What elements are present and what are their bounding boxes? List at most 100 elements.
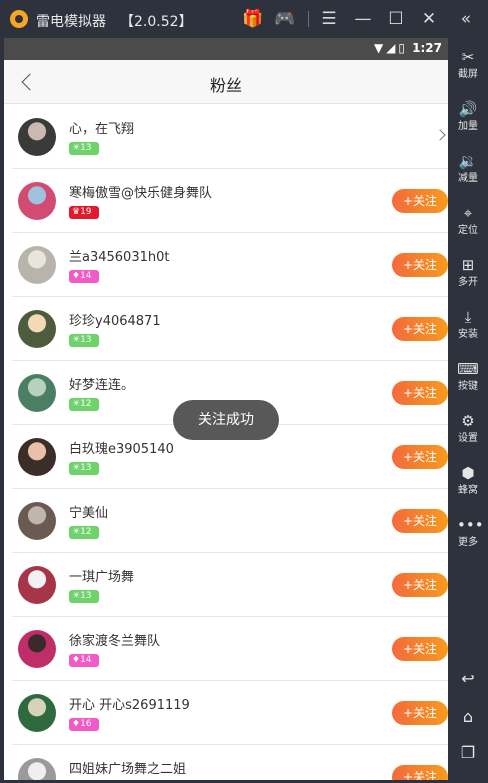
diamond-icon: ♦	[72, 719, 81, 729]
fan-row[interactable]: 宁美仙 ☀12 +关注	[12, 489, 448, 553]
fan-name[interactable]: 开心 开心s2691119	[69, 694, 190, 713]
sidebar-screenshot[interactable]: ✂ 截屏	[448, 42, 488, 90]
fan-name[interactable]: 寒梅傲雪@快乐健身舞队	[69, 182, 212, 201]
avatar[interactable]	[18, 758, 56, 780]
avatar[interactable]	[18, 566, 56, 604]
fan-row[interactable]: 徐家渡冬兰舞队 ♦14 +关注	[12, 617, 448, 681]
fan-name[interactable]: 珍珍y4064871	[69, 310, 161, 329]
crown-icon: ♛	[72, 207, 81, 217]
avatar[interactable]	[18, 246, 56, 284]
level-badge: ♦16	[69, 718, 99, 731]
follow-button[interactable]: +关注	[392, 253, 448, 277]
android-home-icon[interactable]: ⌂	[457, 706, 479, 728]
level-number: 19	[80, 207, 92, 217]
gear-icon: ⚙	[461, 412, 475, 430]
sun-icon: ☀	[72, 143, 81, 153]
fan-name[interactable]: 四姐妹广场舞之二姐	[69, 758, 186, 777]
sidebar-location[interactable]: ⌖ 定位	[448, 198, 488, 246]
gamepad-icon[interactable]: 🎮	[274, 8, 296, 30]
menu-icon[interactable]: ☰	[318, 8, 340, 30]
level-badge: ☀13	[69, 590, 99, 603]
sidebar-hive-label: 蜂窝	[458, 485, 478, 496]
close-icon[interactable]: ✕	[418, 8, 440, 30]
level-badge: ♦14	[69, 654, 99, 667]
sun-icon: ☀	[72, 463, 81, 473]
diamond-icon: ♦	[72, 271, 81, 281]
fan-name[interactable]: 兰a3456031h0t	[69, 246, 169, 265]
avatar[interactable]	[18, 694, 56, 732]
android-back-icon[interactable]: ↩	[457, 668, 479, 690]
page-header: 粉丝	[4, 60, 448, 104]
avatar[interactable]	[18, 118, 56, 156]
sidebar-settings[interactable]: ⚙ 设置	[448, 406, 488, 454]
fan-row[interactable]: 四姐妹广场舞之二姐 +关注	[12, 745, 448, 780]
follow-button[interactable]: +关注	[392, 509, 448, 533]
level-number: 12	[80, 527, 92, 537]
title-bar: 雷电模拟器 【2.0.52】 🎁 🎮 ☰ — ☐ ✕ «	[0, 0, 488, 38]
chevron-right-icon[interactable]	[434, 129, 446, 141]
multi-window-icon: ⊞	[461, 256, 475, 274]
follow-button[interactable]: +关注	[392, 637, 448, 661]
fan-row[interactable]: 一琪广场舞 ☀13 +关注	[12, 553, 448, 617]
follow-button[interactable]: +关注	[392, 573, 448, 597]
volume-down-icon: 🔉	[458, 152, 478, 170]
sun-icon: ☀	[72, 335, 81, 345]
minimize-icon[interactable]: —	[352, 8, 374, 30]
status-icons: ▼◢▯	[373, 41, 408, 55]
fan-name[interactable]: 徐家渡冬兰舞队	[69, 630, 160, 649]
avatar[interactable]	[18, 310, 56, 348]
avatar[interactable]	[18, 182, 56, 220]
sidebar-keys-label: 按键	[458, 381, 478, 392]
toast-message: 关注成功	[173, 400, 279, 440]
fan-name[interactable]: 白玖瑰e3905140	[69, 438, 174, 457]
avatar[interactable]	[18, 438, 56, 476]
fan-name[interactable]: 好梦连连。	[69, 374, 134, 393]
fan-row[interactable]: 寒梅傲雪@快乐健身舞队 ♛19 +关注	[12, 169, 448, 233]
sidebar-volume-up-label: 加量	[458, 121, 478, 132]
avatar[interactable]	[18, 630, 56, 668]
collapse-sidebar-icon[interactable]: «	[455, 8, 477, 30]
level-badge: ☀12	[69, 526, 99, 539]
follow-button[interactable]: +关注	[392, 765, 448, 780]
level-badge: ☀13	[69, 334, 99, 347]
fan-name[interactable]: 心，在飞翔	[69, 118, 134, 137]
avatar[interactable]	[18, 502, 56, 540]
sidebar-more[interactable]: ••• 更多	[448, 510, 488, 558]
sidebar-hive[interactable]: ⬢ 蜂窝	[448, 458, 488, 506]
sidebar-volume-down[interactable]: 🔉 减量	[448, 146, 488, 194]
status-time: 1:27	[412, 41, 442, 55]
avatar[interactable]	[18, 374, 56, 412]
sidebar-multi-label: 多开	[458, 277, 478, 288]
gift-icon[interactable]: 🎁	[242, 8, 264, 30]
sidebar-install-label: 安装	[458, 329, 478, 340]
sidebar-install-apk[interactable]: ⤓ 安装	[448, 302, 488, 350]
android-recents-icon[interactable]: ❐	[457, 742, 479, 764]
follow-button[interactable]: +关注	[392, 189, 448, 213]
apk-install-icon: ⤓	[464, 308, 472, 326]
fan-row[interactable]: 心，在飞翔 ☀13	[12, 105, 448, 169]
sidebar-volume-up[interactable]: 🔊 加量	[448, 94, 488, 142]
more-dots-icon: •••	[457, 516, 484, 534]
sun-icon: ☀	[72, 527, 81, 537]
fan-name[interactable]: 一琪广场舞	[69, 566, 134, 585]
keyboard-icon: ⌨	[457, 360, 479, 378]
maximize-icon[interactable]: ☐	[385, 8, 407, 30]
fan-name[interactable]: 宁美仙	[69, 502, 108, 521]
level-number: 13	[80, 143, 92, 153]
level-badge: ♦14	[69, 270, 99, 283]
fan-row[interactable]: 兰a3456031h0t ♦14 +关注	[12, 233, 448, 297]
level-badge: ☀12	[69, 398, 99, 411]
follow-button[interactable]: +关注	[392, 317, 448, 341]
sun-icon: ☀	[72, 591, 81, 601]
sidebar-keymap[interactable]: ⌨ 按键	[448, 354, 488, 402]
fan-row[interactable]: 开心 开心s2691119 ♦16 +关注	[12, 681, 448, 745]
follow-button[interactable]: +关注	[392, 445, 448, 469]
level-badge: ♛19	[69, 206, 99, 219]
sun-icon: ☀	[72, 399, 81, 409]
sidebar-multi-instance[interactable]: ⊞ 多开	[448, 250, 488, 298]
level-number: 16	[80, 719, 92, 729]
follow-button[interactable]: +关注	[392, 381, 448, 405]
fan-row[interactable]: 珍珍y4064871 ☀13 +关注	[12, 297, 448, 361]
level-number: 13	[80, 463, 92, 473]
follow-button[interactable]: +关注	[392, 701, 448, 725]
